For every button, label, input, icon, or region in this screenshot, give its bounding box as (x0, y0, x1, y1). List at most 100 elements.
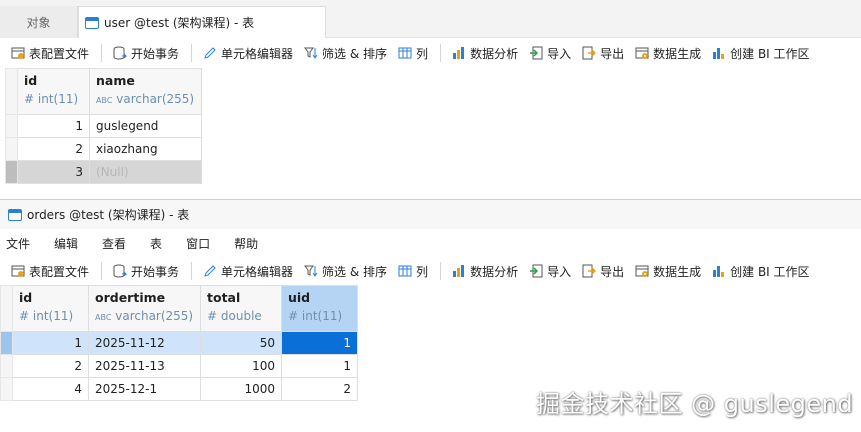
create-bi-workspace-button[interactable]: 创建 BI 工作区 (707, 259, 813, 283)
cell-name[interactable]: guslegend (89, 114, 202, 138)
cell-ordertime[interactable]: 2025-12-1 (88, 377, 201, 401)
cell-total[interactable]: 50 (200, 331, 282, 355)
column-header-ordertime[interactable]: ordertime ABC varchar(255) (88, 285, 201, 332)
import-button[interactable]: 导入 (524, 41, 575, 65)
table-config-button[interactable]: 表配置文件 (6, 41, 93, 65)
data-generation-button[interactable]: 数据生成 (630, 41, 705, 65)
cell-editor-button[interactable]: 单元格编辑器 (198, 41, 297, 65)
column-type: # int(11) (24, 92, 83, 106)
column-header-id[interactable]: id # int(11) (12, 285, 89, 332)
cell-total[interactable]: 1000 (200, 377, 282, 401)
bi-icon (711, 46, 726, 61)
column-type-label: varchar(255) (115, 309, 194, 323)
begin-transaction-label: 开始事务 (131, 264, 180, 279)
cell-name[interactable]: (Null) (89, 160, 202, 184)
grid-header-row: id # int(11) name ABC varchar(255) (5, 68, 202, 115)
begin-transaction-label: 开始事务 (131, 46, 180, 61)
config-icon (10, 46, 25, 61)
export-button[interactable]: 导出 (577, 41, 628, 65)
table-row[interactable]: 4 2025-12-1 1000 2 (0, 377, 358, 401)
filter-sort-button[interactable]: 筛选 & 排序 (299, 259, 391, 283)
column-name: total (207, 290, 241, 305)
create-bi-workspace-button[interactable]: 创建 BI 工作区 (707, 41, 813, 65)
table-row[interactable]: 1 2025-11-12 50 1 (0, 331, 358, 355)
table-row[interactable]: 2 xiaozhang (5, 137, 202, 161)
menu-view[interactable]: 查看 (102, 235, 126, 252)
export-icon (581, 264, 596, 279)
row-selector[interactable] (5, 137, 18, 161)
begin-transaction-button[interactable]: 开始事务 (108, 41, 183, 65)
table-row[interactable]: 1 guslegend (5, 114, 202, 138)
data-generation-label: 数据生成 (653, 264, 702, 279)
column-header-total[interactable]: total # double (200, 285, 282, 332)
numeric-type-icon: # (288, 309, 299, 323)
column-header-id[interactable]: id # int(11) (17, 68, 90, 115)
column-type-label: varchar(255) (116, 92, 195, 106)
cell-id[interactable]: 1 (17, 114, 90, 138)
menu-window[interactable]: 窗口 (186, 235, 210, 252)
cell-id[interactable]: 4 (12, 377, 89, 401)
table-config-button[interactable]: 表配置文件 (6, 259, 93, 283)
filter-sort-label: 筛选 & 排序 (322, 46, 388, 61)
table-row[interactable]: 3 (Null) (5, 160, 202, 184)
column-type: # int(11) (19, 309, 82, 323)
row-selector[interactable] (0, 377, 13, 401)
column-header-name[interactable]: name ABC varchar(255) (89, 68, 202, 115)
menu-table[interactable]: 表 (150, 235, 162, 252)
cell-name[interactable]: xiaozhang (89, 137, 202, 161)
row-selector[interactable] (5, 160, 18, 184)
begin-transaction-button[interactable]: 开始事务 (108, 259, 183, 283)
cell-id[interactable]: 1 (12, 331, 89, 355)
column-type-label: int(11) (37, 92, 79, 106)
data-analysis-button[interactable]: 数据分析 (447, 259, 522, 283)
database-icon (112, 46, 127, 61)
menu-file[interactable]: 文件 (6, 235, 30, 252)
cell-uid-active[interactable]: 1 (281, 331, 358, 355)
database-icon (112, 264, 127, 279)
cell-uid[interactable]: 1 (281, 354, 358, 378)
cell-ordertime[interactable]: 2025-11-13 (88, 354, 201, 378)
column-name: id (19, 290, 33, 305)
cell-id[interactable]: 2 (12, 354, 89, 378)
import-icon (528, 46, 543, 61)
toolbar-divider (191, 44, 193, 62)
row-selector[interactable] (0, 331, 13, 355)
tab-bar: 对象 user @test (架构课程) - 表 (0, 0, 861, 38)
data-generation-icon (634, 264, 649, 279)
row-selector[interactable] (0, 354, 13, 378)
toolbar-divider (440, 262, 442, 280)
table-icon (85, 16, 99, 29)
column-header-uid[interactable]: uid # int(11) (281, 285, 358, 332)
menu-edit[interactable]: 编辑 (54, 235, 78, 252)
column-type-label: int(11) (301, 309, 343, 323)
columns-button[interactable]: 列 (393, 41, 432, 65)
export-button[interactable]: 导出 (577, 259, 628, 283)
cell-id[interactable]: 3 (17, 160, 90, 184)
data-generation-button[interactable]: 数据生成 (630, 259, 705, 283)
table-config-label: 表配置文件 (29, 46, 90, 61)
table-row[interactable]: 2 2025-11-13 100 1 (0, 354, 358, 378)
import-icon (528, 264, 543, 279)
data-analysis-button[interactable]: 数据分析 (447, 41, 522, 65)
column-type-label: int(11) (32, 309, 74, 323)
tab-user-table[interactable]: user @test (架构课程) - 表 (78, 6, 326, 38)
pencil-icon (202, 46, 217, 61)
cell-editor-button[interactable]: 单元格编辑器 (198, 259, 297, 283)
toolbar-divider (101, 262, 103, 280)
cell-ordertime[interactable]: 2025-11-12 (88, 331, 201, 355)
data-analysis-label: 数据分析 (470, 264, 519, 279)
export-label: 导出 (600, 46, 625, 61)
cell-total[interactable]: 100 (200, 354, 282, 378)
bottom-toolbar: 表配置文件 开始事务 单元格编辑器 筛选 & 排序 列 数据分析 导入 导出 数… (0, 256, 861, 286)
menu-help[interactable]: 帮助 (234, 235, 258, 252)
column-type: ABC varchar(255) (96, 92, 195, 106)
analysis-icon (451, 46, 466, 61)
columns-button[interactable]: 列 (393, 259, 432, 283)
row-selector[interactable] (5, 114, 18, 138)
column-type: ABC varchar(255) (95, 309, 194, 323)
tab-objects[interactable]: 对象 (0, 6, 78, 38)
filter-sort-button[interactable]: 筛选 & 排序 (299, 41, 391, 65)
import-button[interactable]: 导入 (524, 259, 575, 283)
cell-uid[interactable]: 2 (281, 377, 358, 401)
cell-id[interactable]: 2 (17, 137, 90, 161)
